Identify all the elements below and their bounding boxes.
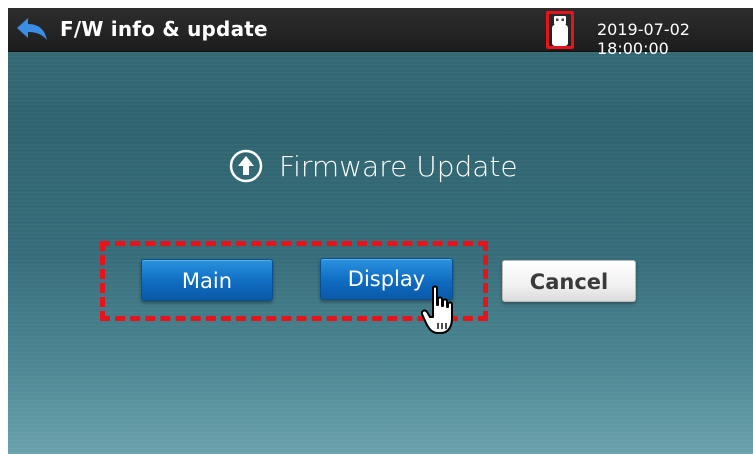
datetime-display: 2019-07-02 18:00:00: [597, 20, 690, 58]
firmware-update-heading: Firmware Update: [227, 146, 518, 186]
hand-pointer-icon: [421, 285, 453, 334]
back-arrow-icon: [17, 18, 47, 40]
top-bar: F/W info & update 2019-07-02 18:00:00: [8, 8, 753, 58]
back-button[interactable]: [16, 17, 48, 41]
usb-status-highlight[interactable]: [546, 11, 574, 49]
page-title: F/W info & update: [60, 17, 268, 41]
upload-circle-icon: [229, 149, 263, 183]
heading-text: Firmware Update: [279, 149, 518, 183]
main-button[interactable]: Main: [141, 259, 273, 301]
usb-drive-icon: [552, 16, 568, 46]
device-screen: F/W info & update 2019-07-02 18:00:00 Fi…: [8, 8, 753, 454]
cancel-button[interactable]: Cancel: [502, 260, 636, 302]
